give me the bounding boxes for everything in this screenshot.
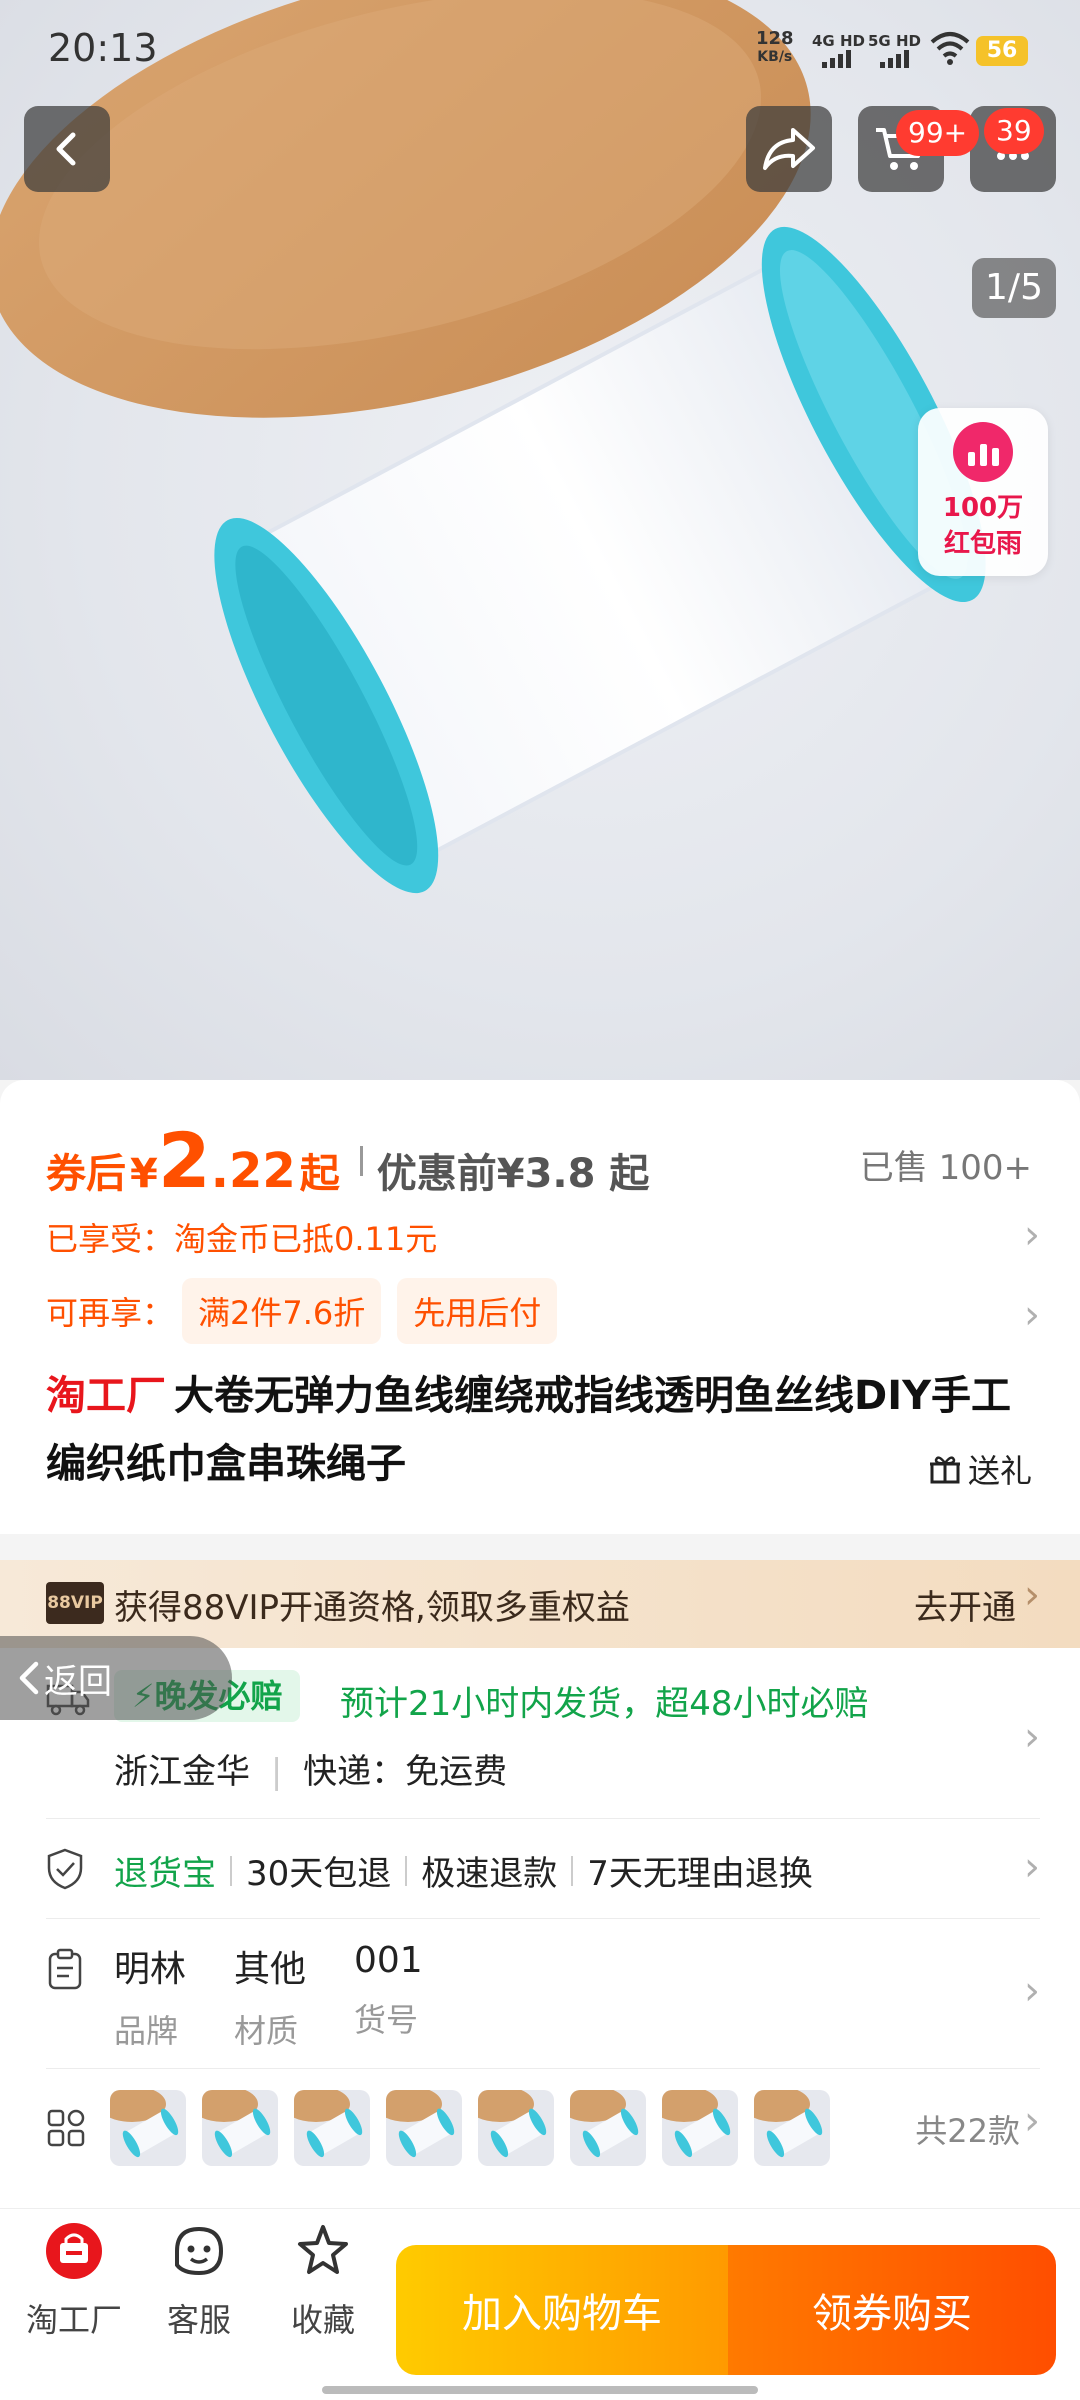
- enjoyed-benefit[interactable]: 已享受：淘金币已抵0.11元: [46, 1214, 437, 1260]
- variant-total: 共22款: [915, 2112, 1020, 2150]
- return-insurance-badge: 退货宝: [114, 1854, 216, 1894]
- price-card: 券后 ¥ 2 .22 起 优惠前¥3.8 起 已售 100+ 已享受：淘金币已抵…: [0, 1080, 1080, 1534]
- red-packet-line2: 红包雨: [943, 529, 1022, 559]
- home-indicator[interactable]: [322, 2386, 758, 2394]
- floating-back-button[interactable]: 返回: [0, 1636, 232, 1720]
- attribute-brand: 明林 品牌: [114, 1949, 187, 2050]
- chevron-right-icon[interactable]: ›: [1024, 1212, 1040, 1258]
- price-divider: [359, 1146, 363, 1176]
- chevron-right-icon: ›: [1024, 1714, 1040, 1760]
- variant-thumbnail[interactable]: [570, 2090, 646, 2166]
- add-to-cart-button[interactable]: 加入购物车: [396, 2245, 728, 2375]
- battery-level: 56: [976, 36, 1028, 66]
- price-row: 券后 ¥ 2 .22 起 优惠前¥3.8 起: [46, 1116, 649, 1206]
- tab-favorite[interactable]: 收藏: [278, 2221, 368, 2341]
- image-page-indicator: 1/5: [972, 258, 1056, 318]
- message-badge: 39: [984, 108, 1044, 154]
- return-item: 30天包退: [246, 1854, 392, 1894]
- sold-count: 已售 100+: [859, 1148, 1032, 1188]
- red-packet-icon: [953, 422, 1013, 482]
- clipboard-icon: [48, 1948, 82, 1990]
- chevron-right-icon: ›: [1024, 1968, 1040, 2014]
- price-currency: ¥: [130, 1151, 158, 1197]
- chevron-left-icon: [56, 132, 76, 166]
- red-packet-line1: 100万: [942, 493, 1024, 523]
- share-icon: [763, 128, 815, 170]
- customer-service-icon: [175, 2226, 224, 2276]
- vip-banner[interactable]: 88VIP 获得88VIP开通资格,领取多重权益 去开通 ›: [0, 1560, 1080, 1648]
- wifi-icon: [930, 32, 970, 65]
- variant-thumbnail[interactable]: [478, 2090, 554, 2166]
- sim2-label: 5G HD: [868, 32, 921, 50]
- price-prefix: 券后: [46, 1151, 126, 1197]
- variant-thumbnail[interactable]: [110, 2090, 186, 2166]
- sim1-label: 4G HD: [812, 32, 865, 50]
- chevron-right-icon: ›: [1024, 1572, 1040, 1618]
- gift-icon: [929, 1456, 960, 1484]
- status-time: 20:13: [48, 26, 158, 70]
- vip-open-button[interactable]: 去开通: [914, 1580, 1016, 1629]
- grid-icon: [47, 2109, 85, 2147]
- vip-text: 获得88VIP开通资格,领取多重权益: [114, 1588, 630, 1628]
- net-speed: 128 KB/s: [756, 28, 794, 66]
- price-decimal: .22: [210, 1143, 296, 1199]
- chevron-right-icon: ›: [1024, 1844, 1040, 1890]
- status-bar: 20:13 128 KB/s 4G HD 5G HD 56: [0, 0, 1080, 100]
- cart-badge: 99+: [896, 110, 980, 156]
- price-integer: 2: [157, 1116, 211, 1205]
- chevron-left-icon: [19, 1661, 39, 1695]
- price-suffix: 起: [299, 1151, 340, 1197]
- variant-thumbnail[interactable]: [294, 2090, 370, 2166]
- returns-info: 退货宝 30天包退 极速退款 7天无理由退换: [114, 1846, 813, 1895]
- variant-thumbnails: [110, 2090, 830, 2166]
- shield-check-icon: [47, 1848, 83, 1890]
- benefit-tag-pay-later: 先用后付: [397, 1278, 558, 1344]
- star-icon: [298, 2225, 348, 2274]
- product-title: 淘工厂 大卷无弹力鱼线缠绕戒指线透明鱼丝线DIY手工编织纸巾盒串珠绳子: [46, 1362, 1036, 1498]
- variant-thumbnail[interactable]: [662, 2090, 738, 2166]
- signal-bars-icon: [880, 50, 909, 68]
- return-item: 7天无理由退换: [587, 1854, 813, 1894]
- variant-thumbnail[interactable]: [754, 2090, 830, 2166]
- share-button[interactable]: [746, 106, 832, 192]
- chevron-right-icon: ›: [1024, 2098, 1040, 2144]
- bottom-action-bar: 淘工厂 客服 收藏 加入购物车 领券购买: [0, 2208, 1080, 2400]
- shipping-location: 浙江金华 | 快递：免运费: [114, 1752, 508, 1792]
- variant-thumbnail[interactable]: [202, 2090, 278, 2166]
- signal-bars-icon: [822, 50, 851, 68]
- divider: [46, 1918, 1040, 1919]
- store-icon: [46, 2223, 102, 2279]
- brand-label: 淘工厂: [46, 1373, 166, 1419]
- divider: [46, 1818, 1040, 1819]
- floating-back-label: 返回: [44, 1661, 112, 1702]
- attribute-item-number: 001 货号: [354, 1940, 423, 2039]
- vip-tag: 88VIP: [46, 1582, 104, 1624]
- info-card: ⚡晚发必赔 预计21小时内发货，超48小时必赔 浙江金华 | 快递：免运费 › …: [0, 1648, 1080, 2208]
- shipping-promise: 预计21小时内发货，超48小时必赔: [340, 1684, 869, 1724]
- buy-with-coupon-button[interactable]: 领券购买: [728, 2245, 1056, 2375]
- variant-thumbnail[interactable]: [386, 2090, 462, 2166]
- product-title-text: 大卷无弹力鱼线缠绕戒指线透明鱼丝线DIY手工编织纸巾盒串珠绳子: [46, 1373, 1012, 1487]
- gift-button[interactable]: 送礼: [928, 1446, 1032, 1492]
- more-benefits[interactable]: 可再享： 满2件7.6折 先用后付: [46, 1278, 558, 1344]
- red-packet-rain-widget[interactable]: 100万 红包雨: [918, 408, 1048, 576]
- attribute-material: 其他 材质: [234, 1949, 307, 2050]
- tab-customer-service[interactable]: 客服: [156, 2221, 242, 2341]
- chevron-right-icon[interactable]: ›: [1024, 1292, 1040, 1338]
- more-benefits-label: 可再享：: [46, 1294, 175, 1332]
- benefit-tag-discount: 满2件7.6折: [182, 1278, 382, 1344]
- return-item: 极速退款: [421, 1854, 558, 1894]
- gift-label: 送礼: [967, 1452, 1032, 1490]
- back-button[interactable]: [24, 106, 110, 192]
- divider: [46, 2068, 1040, 2069]
- original-price: 优惠前¥3.8 起: [376, 1151, 650, 1197]
- tab-store[interactable]: 淘工厂: [16, 2221, 132, 2341]
